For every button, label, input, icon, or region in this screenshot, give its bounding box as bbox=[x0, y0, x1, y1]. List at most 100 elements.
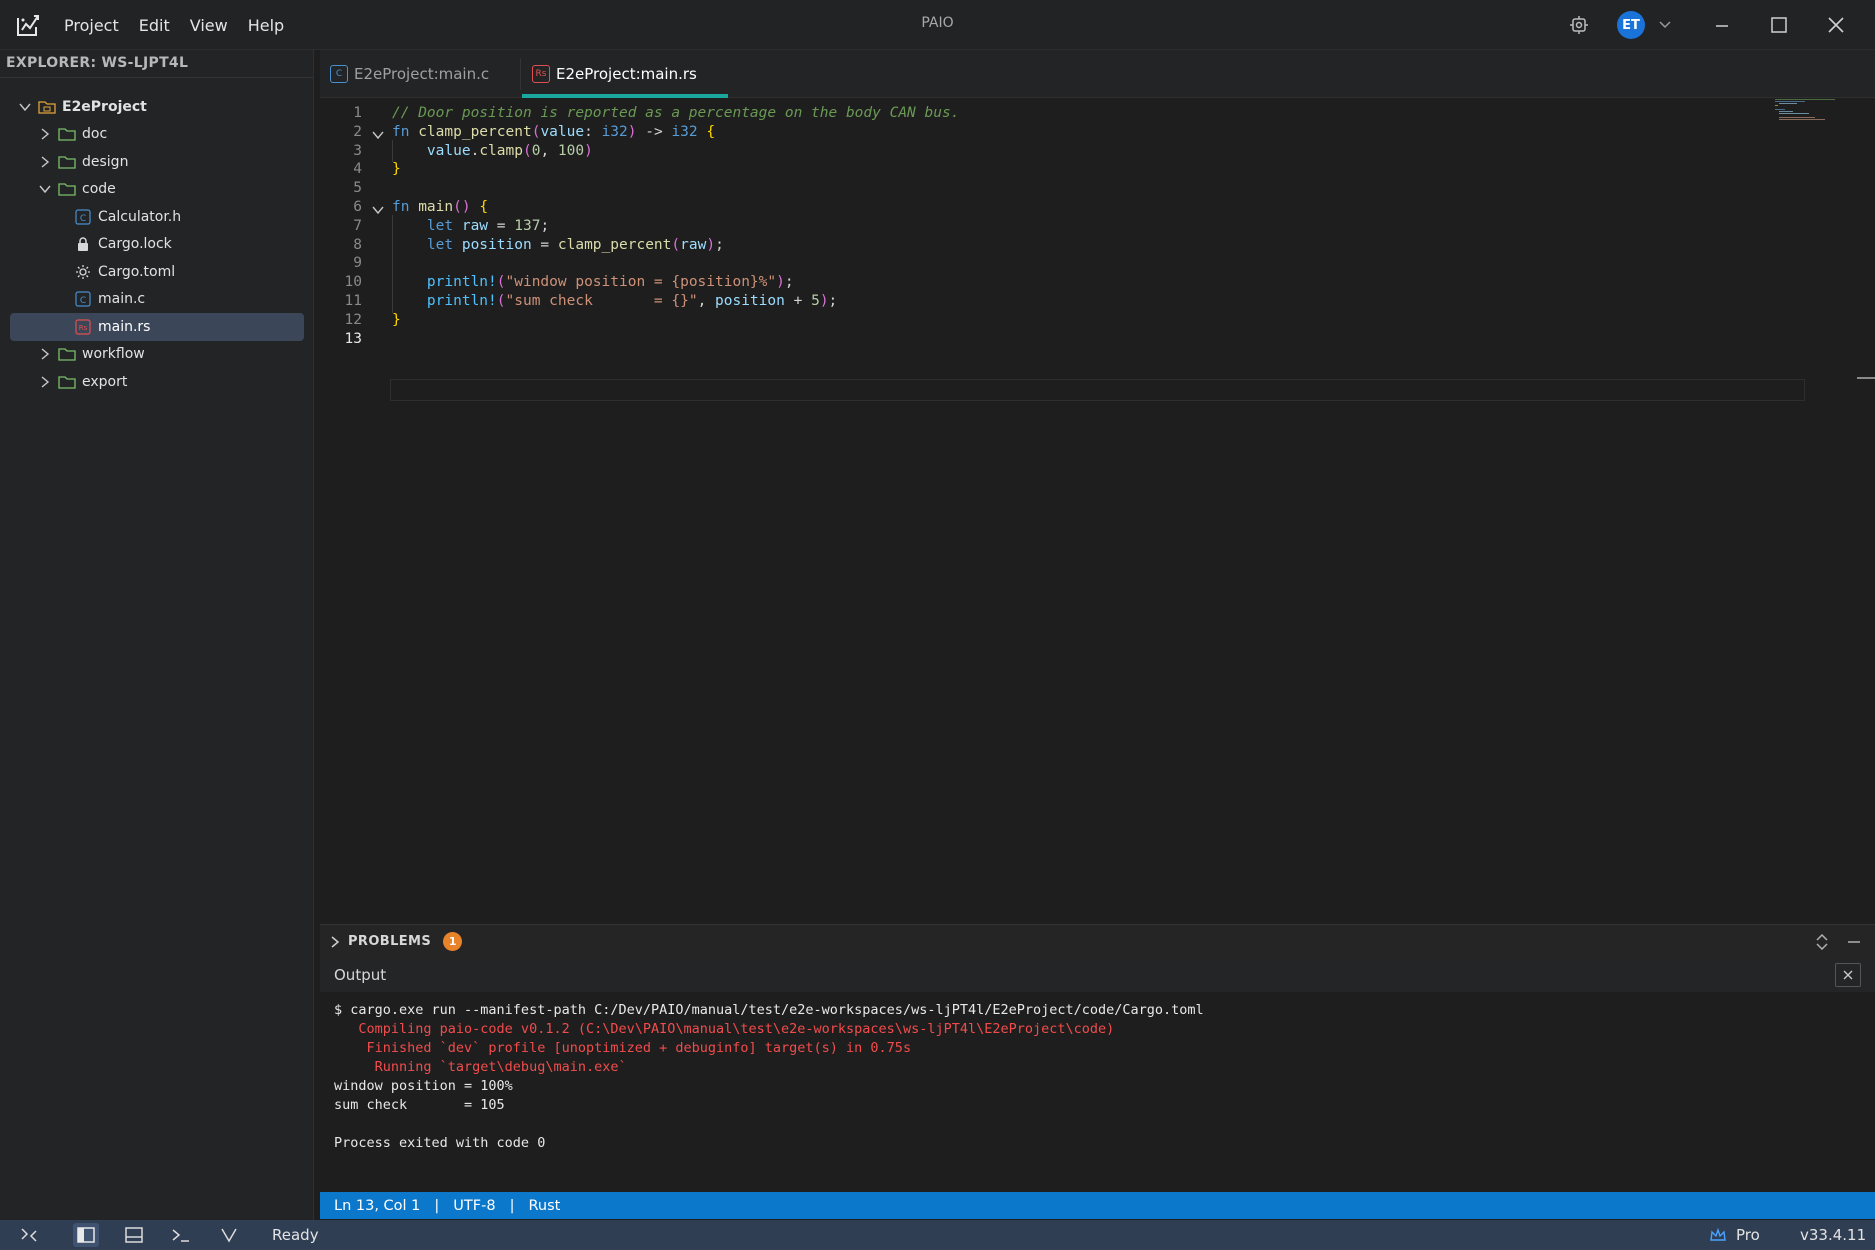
tree-item-calculator-h[interactable]: C Calculator.h bbox=[0, 203, 314, 231]
minimap[interactable] bbox=[1775, 98, 1845, 128]
chevron-down-icon[interactable] bbox=[38, 182, 52, 196]
tree-item-main-c[interactable]: Cmain.c bbox=[0, 286, 314, 314]
code-token: // Door position is reported as a percen… bbox=[392, 105, 960, 121]
tree-item-label: main.rs bbox=[98, 318, 151, 335]
code-token: ; bbox=[784, 274, 794, 291]
maximize-icon[interactable] bbox=[1757, 0, 1801, 50]
code-token: ( bbox=[671, 236, 681, 253]
code-token: position bbox=[715, 293, 785, 309]
toggle-sidebar-icon[interactable] bbox=[73, 1223, 99, 1247]
tree-item-label: doc bbox=[82, 126, 108, 143]
tree-item-export[interactable]: export bbox=[0, 368, 314, 396]
expand-collapse-icon[interactable] bbox=[1815, 934, 1829, 950]
output-console[interactable]: $ cargo.exe run --manifest-path C:/Dev/P… bbox=[320, 992, 1875, 1192]
fold-chevron-down-icon[interactable] bbox=[372, 201, 384, 215]
minimize-icon[interactable] bbox=[1700, 0, 1744, 50]
code-token: raw bbox=[680, 236, 707, 253]
menu-edit[interactable]: Edit bbox=[139, 16, 170, 35]
problems-count-badge: 1 bbox=[443, 932, 463, 951]
code-line[interactable]: 13 bbox=[320, 328, 1740, 351]
chevron-right-icon[interactable] bbox=[38, 155, 52, 169]
menu-project[interactable]: Project bbox=[64, 16, 119, 35]
code-token: println! bbox=[392, 293, 497, 309]
code-token: ( bbox=[496, 274, 506, 291]
file-encoding[interactable]: UTF-8 bbox=[453, 1198, 495, 1214]
code-editor[interactable]: 1// Door position is reported as a perce… bbox=[320, 98, 1875, 924]
chevron-down-icon[interactable] bbox=[18, 100, 32, 114]
fold-chevron-down-icon[interactable] bbox=[372, 126, 384, 139]
chevron-right-icon[interactable] bbox=[330, 935, 340, 948]
remote-connection-icon[interactable] bbox=[16, 1223, 42, 1247]
tree-item-main-rs[interactable]: Rs main.rs bbox=[10, 313, 304, 341]
user-avatar[interactable]: ET bbox=[1616, 0, 1646, 50]
panel-minimize-icon[interactable] bbox=[1847, 934, 1861, 950]
tree-item-label: Cargo.toml bbox=[98, 263, 176, 280]
tab-divider bbox=[520, 58, 521, 90]
output-line: Process exited with code 0 bbox=[334, 1135, 546, 1151]
code-token: ; bbox=[540, 217, 550, 234]
svg-text:C: C bbox=[80, 214, 86, 224]
problems-panel-header[interactable]: PROBLEMS 1 bbox=[320, 924, 1875, 958]
chevron-right-icon[interactable] bbox=[38, 375, 52, 389]
menu-help[interactable]: Help bbox=[248, 16, 284, 35]
terminal-icon[interactable] bbox=[168, 1223, 194, 1247]
code-token: clamp_percent bbox=[557, 236, 672, 253]
code-token: . bbox=[470, 142, 480, 159]
separator: | bbox=[509, 1197, 515, 1214]
code-token: let bbox=[392, 217, 462, 234]
tree-item-label: workflow bbox=[82, 346, 145, 363]
menu-view[interactable]: View bbox=[190, 16, 228, 35]
scrollbar-marker[interactable] bbox=[1857, 377, 1875, 379]
tab-main-c[interactable]: C E2eProject:main.c bbox=[320, 50, 520, 98]
account-chevron-down-icon[interactable] bbox=[1656, 0, 1674, 50]
vcs-branch-icon[interactable] bbox=[216, 1223, 242, 1247]
close-icon[interactable] bbox=[1814, 0, 1858, 50]
svg-text:C: C bbox=[80, 296, 86, 306]
code-token: , bbox=[540, 142, 558, 159]
output-line: sum check = 105 bbox=[334, 1097, 505, 1113]
code-token: fn bbox=[392, 199, 419, 215]
version-label: v33.4.11 bbox=[1800, 1226, 1867, 1244]
ai-assistant-icon[interactable] bbox=[1563, 0, 1595, 50]
code-token: () bbox=[453, 199, 480, 215]
code-token: ) bbox=[627, 123, 646, 140]
folder-icon bbox=[58, 154, 76, 170]
tab-main-rs[interactable]: Rs E2eProject:main.rs bbox=[522, 50, 728, 98]
tree-item-label: code bbox=[82, 181, 116, 198]
app-logo-icon[interactable] bbox=[14, 11, 42, 39]
toggle-panel-icon[interactable] bbox=[121, 1223, 147, 1247]
tree-item-e2eproject[interactable]: E2eProject bbox=[0, 93, 314, 121]
language-mode[interactable]: Rust bbox=[528, 1198, 560, 1214]
gear-icon bbox=[74, 264, 92, 280]
chevron-right-icon[interactable] bbox=[38, 347, 52, 361]
close-icon bbox=[1843, 970, 1853, 980]
code-token: ) bbox=[706, 236, 716, 253]
project-folder-icon bbox=[38, 99, 56, 115]
code-token: ) bbox=[776, 274, 785, 291]
title-bar: Project Edit View Help PAIO ET bbox=[0, 0, 1875, 50]
tree-item-label: main.c bbox=[98, 291, 146, 308]
cursor-position[interactable]: Ln 13, Col 1 bbox=[334, 1198, 420, 1214]
tree-item-label: Calculator.h bbox=[98, 208, 182, 225]
code-token: ) bbox=[584, 142, 593, 159]
output-close-button[interactable] bbox=[1835, 963, 1861, 987]
chevron-right-icon[interactable] bbox=[38, 127, 52, 141]
status-bar: Ready Pro v33.4.11 bbox=[0, 1220, 1875, 1250]
tree-item-workflow[interactable]: workflow bbox=[0, 341, 314, 369]
output-panel-header: Output bbox=[320, 958, 1875, 992]
code-token: "window position = {position}%" bbox=[505, 274, 777, 291]
plan-label[interactable]: Pro bbox=[1736, 1226, 1760, 1244]
tree-item-doc[interactable]: doc bbox=[0, 121, 314, 149]
tree-item-cargo-toml[interactable]: Cargo.toml bbox=[0, 258, 314, 286]
code-token: -> bbox=[645, 123, 672, 140]
tab-label: E2eProject:main.c bbox=[354, 65, 490, 83]
tree-item-code[interactable]: code bbox=[0, 176, 314, 204]
c-file-icon: C bbox=[74, 291, 92, 307]
folder-icon bbox=[58, 374, 76, 390]
menu-bar: Project Edit View Help bbox=[64, 0, 304, 50]
code-token: , bbox=[697, 293, 716, 309]
tree-item-label: export bbox=[82, 373, 128, 390]
tree-item-cargo-lock[interactable]: Cargo.lock bbox=[0, 231, 314, 259]
tree-item-design[interactable]: design bbox=[0, 148, 314, 176]
avatar: ET bbox=[1617, 11, 1645, 39]
